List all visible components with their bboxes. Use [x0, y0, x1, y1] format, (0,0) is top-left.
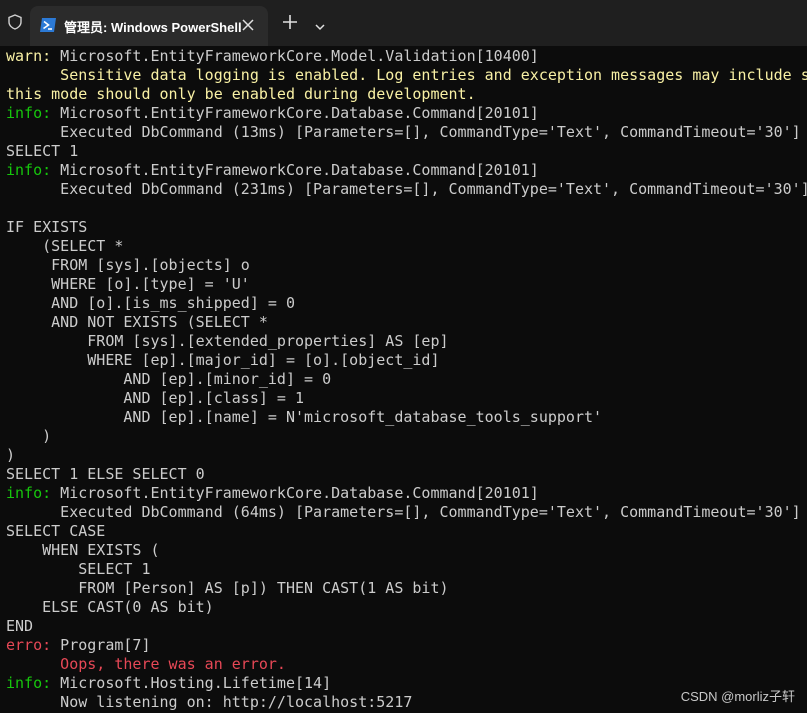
console-line-text: AND NOT EXISTS (SELECT * [6, 313, 268, 331]
console-line: AND [ep].[name] = N'microsoft_database_t… [6, 408, 807, 427]
console-line: ) [6, 446, 807, 465]
console-line: Oops, there was an error. [6, 655, 807, 674]
console-line: ) [6, 427, 807, 446]
shield-icon [8, 14, 22, 34]
log-level-info: info: [6, 161, 52, 179]
chevron-down-icon[interactable] [314, 17, 326, 36]
log-level-info: info: [6, 104, 52, 122]
console-line: Executed DbCommand (231ms) [Parameters=[… [6, 180, 807, 199]
console-line: info: Microsoft.EntityFrameworkCore.Data… [6, 161, 807, 180]
title-bar: 管理员: Windows PowerShell [0, 0, 807, 46]
console-line-text: Microsoft.EntityFrameworkCore.Database.C… [51, 104, 539, 122]
console-line-text: FROM [sys].[objects] o [6, 256, 250, 274]
tab-powershell[interactable]: 管理员: Windows PowerShell [30, 6, 268, 46]
console-line: AND [ep].[class] = 1 [6, 389, 807, 408]
console-line-text: Executed DbCommand (64ms) [Parameters=[]… [6, 503, 801, 521]
console-line: Executed DbCommand (64ms) [Parameters=[]… [6, 503, 807, 522]
log-level-info: info: [6, 674, 52, 692]
console-line: AND [ep].[minor_id] = 0 [6, 370, 807, 389]
console-line-text: ELSE CAST(0 AS bit) [6, 598, 214, 616]
log-level-info: info: [6, 484, 52, 502]
console-line: AND NOT EXISTS (SELECT * [6, 313, 807, 332]
console-line-text: SELECT 1 [6, 560, 151, 578]
console-line-text: Executed DbCommand (231ms) [Parameters=[… [6, 180, 807, 198]
console-line: END [6, 617, 807, 636]
console-line: info: Microsoft.EntityFrameworkCore.Data… [6, 484, 807, 503]
console-line-text: Executed DbCommand (13ms) [Parameters=[]… [6, 123, 801, 141]
console-line-text: FROM [sys].[extended_properties] AS [ep] [6, 332, 449, 350]
watermark: CSDN @morliz子轩 [680, 689, 795, 704]
console-line: SELECT 1 [6, 560, 807, 579]
console-line-text: AND [ep].[class] = 1 [6, 389, 305, 407]
console-line-text: Microsoft.EntityFrameworkCore.Model.Vali… [51, 47, 539, 65]
console-line-text: Microsoft.Hosting.Lifetime[14] [51, 674, 332, 692]
console-line: this mode should only be enabled during … [6, 85, 807, 104]
console-line: SELECT CASE [6, 522, 807, 541]
console-line-text: Microsoft.EntityFrameworkCore.Database.C… [51, 161, 539, 179]
console-line: WHERE [o].[type] = 'U' [6, 275, 807, 294]
console-line-text: Sensitive data logging is enabled. Log e… [6, 66, 807, 84]
console-line: SELECT 1 [6, 142, 807, 161]
console-line: warn: Microsoft.EntityFrameworkCore.Mode… [6, 47, 807, 66]
console-line-text: WHEN EXISTS ( [6, 541, 160, 559]
console-line-text: END [6, 617, 34, 635]
console-line: IF EXISTS [6, 218, 807, 237]
console-line: SELECT 1 ELSE SELECT 0 [6, 465, 807, 484]
console-line: FROM [sys].[extended_properties] AS [ep] [6, 332, 807, 351]
console-output[interactable]: warn: Microsoft.EntityFrameworkCore.Mode… [6, 47, 807, 713]
console-line: FROM [sys].[objects] o [6, 256, 807, 275]
console-line: AND [o].[is_ms_shipped] = 0 [6, 294, 807, 313]
tab-title: 管理员: Windows PowerShell [64, 20, 242, 35]
console-line-text: SELECT 1 ELSE SELECT 0 [6, 465, 205, 483]
console-line-text: Program[7] [51, 636, 151, 654]
console-line-text: SELECT 1 [6, 142, 79, 160]
powershell-icon [39, 17, 57, 37]
console-line-text: Now listening on: http://localhost:5217 [6, 693, 413, 711]
console-line-text: ) [6, 446, 16, 464]
console-line: (SELECT * [6, 237, 807, 256]
console-line-text: ) [6, 427, 52, 445]
log-level-erro: erro: [6, 636, 52, 654]
console-line-text: Microsoft.EntityFrameworkCore.Database.C… [51, 484, 539, 502]
console-line: WHEN EXISTS ( [6, 541, 807, 560]
plus-icon[interactable] [282, 14, 298, 34]
console-line-text: WHERE [ep].[major_id] = [o].[object_id] [6, 351, 440, 369]
console-line: WHERE [ep].[major_id] = [o].[object_id] [6, 351, 807, 370]
console-line: Sensitive data logging is enabled. Log e… [6, 66, 807, 85]
console-line-text: this mode should only be enabled during … [6, 85, 476, 103]
console-line-text: WHERE [o].[type] = 'U' [6, 275, 250, 293]
console-line-text: IF EXISTS [6, 218, 88, 236]
console-line-text: (SELECT * [6, 237, 124, 255]
console-line-text: AND [o].[is_ms_shipped] = 0 [6, 294, 295, 312]
log-level-warn: warn: [6, 47, 52, 65]
console-line: Executed DbCommand (13ms) [Parameters=[]… [6, 123, 807, 142]
close-icon[interactable] [241, 17, 255, 36]
console-line: info: Microsoft.EntityFrameworkCore.Data… [6, 104, 807, 123]
console-line-text: SELECT CASE [6, 522, 106, 540]
console-line-text: FROM [Person] AS [p]) THEN CAST(1 AS bit… [6, 579, 449, 597]
console-line-text: AND [ep].[minor_id] = 0 [6, 370, 332, 388]
console-line: ELSE CAST(0 AS bit) [6, 598, 807, 617]
console-line: erro: Program[7] [6, 636, 807, 655]
console-line-text: Oops, there was an error. [6, 655, 286, 673]
console-line: FROM [Person] AS [p]) THEN CAST(1 AS bit… [6, 579, 807, 598]
console-line-text: AND [ep].[name] = N'microsoft_database_t… [6, 408, 603, 426]
